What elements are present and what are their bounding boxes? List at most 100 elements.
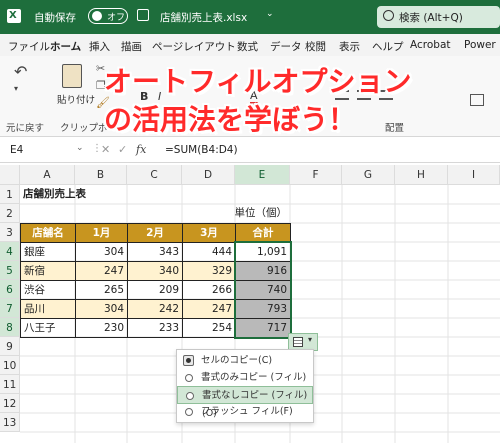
row-header-13[interactable]: 13	[0, 413, 20, 432]
undo-icon[interactable]: ↶	[14, 62, 27, 81]
table-cell-jan[interactable]: 304	[75, 242, 128, 262]
row-header-7[interactable]: 7	[0, 299, 20, 318]
column-header-h[interactable]: H	[395, 165, 448, 185]
paste-label[interactable]: 貼り付け	[57, 92, 95, 106]
row-header-8[interactable]: 8	[0, 318, 20, 337]
row-header-3[interactable]: 3	[0, 223, 20, 242]
tab-data[interactable]: データ	[270, 39, 302, 54]
tab-home[interactable]: ホーム	[50, 39, 82, 58]
row-header-4[interactable]: 4	[0, 242, 20, 261]
search-box[interactable]: 検索 (Alt+Q)	[377, 6, 500, 28]
table-cell-mar[interactable]: 444	[182, 242, 236, 262]
row-header-9[interactable]: 9	[0, 337, 20, 356]
table-cell-store[interactable]: 品川	[20, 299, 76, 319]
table-cell-mar[interactable]: 329	[182, 261, 236, 281]
confirm-icon[interactable]: ✓	[118, 143, 127, 156]
row-header-2[interactable]: 2	[0, 204, 20, 223]
table-cell-jan[interactable]: 230	[75, 318, 128, 338]
column-header-f[interactable]: F	[290, 165, 342, 185]
tab-draw[interactable]: 描画	[121, 39, 142, 54]
name-box[interactable]: E4	[10, 144, 23, 156]
table-cell-feb[interactable]: 242	[127, 299, 183, 319]
table-cell-store[interactable]: 渋谷	[20, 280, 76, 300]
cancel-icon[interactable]: ✕	[101, 143, 110, 156]
table-cell-feb[interactable]: 209	[127, 280, 183, 300]
search-placeholder: 検索 (Alt+Q)	[399, 12, 463, 24]
row-header-6[interactable]: 6	[0, 280, 20, 299]
table-cell-feb[interactable]: 340	[127, 261, 183, 281]
row-header-12[interactable]: 12	[0, 394, 20, 413]
menu-item-label: フラッシュ フィル(F)	[201, 406, 293, 417]
menu-item-fill-without-formatting[interactable]: 書式なしコピー (フィル)(O)	[177, 386, 313, 419]
file-name: 店舗別売上表.xlsx	[160, 12, 248, 24]
table-cell-mar[interactable]: 266	[182, 280, 236, 300]
tab-file[interactable]: ファイル	[8, 39, 50, 54]
row-header-10[interactable]: 10	[0, 356, 20, 375]
search-icon	[383, 10, 394, 21]
tab-help[interactable]: ヘルプ	[372, 39, 404, 54]
table-header-mar[interactable]: 3月	[182, 223, 236, 243]
tab-review[interactable]: 校閲	[305, 39, 326, 54]
dropdown-arrow-icon: ▾	[308, 335, 313, 344]
autosave-state: オフ	[107, 13, 126, 23]
column-header-a[interactable]: A	[20, 165, 75, 185]
column-header-c[interactable]: C	[127, 165, 182, 185]
tab-power[interactable]: Power	[464, 39, 496, 51]
autofill-options-menu: セルのコピー(C) 書式のみコピー (フィル)(F) 書式なしコピー (フィル)…	[176, 349, 314, 423]
row-header-5[interactable]: 5	[0, 261, 20, 280]
overlay-title-line2: の活用法を学ぼう！	[104, 103, 357, 136]
table-cell-mar[interactable]: 254	[182, 318, 236, 338]
name-box-dropdown-icon[interactable]: ⌄	[76, 143, 84, 153]
column-header-b[interactable]: B	[75, 165, 127, 185]
column-header-d[interactable]: D	[182, 165, 235, 185]
ribbon-tabs: ファイル ホーム 挿入 描画 ページレイアウト 数式 データ 校閲 表示 ヘルプ…	[0, 34, 500, 58]
chevron-down-icon[interactable]: ⌄	[266, 9, 274, 19]
autosave-toggle[interactable]: オフ	[88, 8, 128, 24]
table-cell-feb[interactable]: 233	[127, 318, 183, 338]
table-header-jan[interactable]: 1月	[75, 223, 128, 243]
table-cell-jan[interactable]: 247	[75, 261, 128, 281]
menu-item-flash-fill[interactable]: フラッシュ フィル(F)	[177, 403, 313, 421]
select-all-corner[interactable]	[0, 165, 20, 185]
wrap-text-icon[interactable]	[470, 94, 484, 106]
tab-insert[interactable]: 挿入	[89, 39, 110, 54]
column-header-e[interactable]: E	[235, 165, 290, 185]
sheet-title[interactable]: 店舗別売上表	[20, 185, 140, 204]
function-icon[interactable]: fx	[136, 143, 146, 156]
table-cell-store[interactable]: 新宿	[20, 261, 76, 281]
row-header-11[interactable]: 11	[0, 375, 20, 394]
selection-outline	[234, 241, 292, 339]
undo-dropdown-icon[interactable]: ▾	[14, 84, 18, 93]
table-cell-feb[interactable]: 343	[127, 242, 183, 262]
paste-icon[interactable]	[62, 64, 82, 88]
overlay-title-line1: オートフィルオプション	[104, 65, 412, 98]
radio-icon	[186, 392, 194, 400]
table-cell-store[interactable]: 八王子	[20, 318, 76, 338]
tab-view[interactable]: 表示	[339, 39, 360, 54]
table-header-feb[interactable]: 2月	[127, 223, 183, 243]
align-group-label: 配置	[385, 123, 405, 134]
save-icon[interactable]	[137, 9, 149, 21]
tab-formulas[interactable]: 数式	[237, 39, 258, 54]
undo-group-label: 元に戻す	[6, 123, 45, 134]
radio-icon	[185, 408, 193, 416]
radio-checked-icon	[183, 355, 194, 366]
menu-item-label: セルのコピー(C)	[201, 355, 273, 366]
excel-logo-icon: X	[7, 9, 21, 23]
table-cell-jan[interactable]: 265	[75, 280, 128, 300]
menu-item-fill-formatting-only[interactable]: 書式のみコピー (フィル)(F)	[177, 369, 313, 401]
column-header-g[interactable]: G	[342, 165, 395, 185]
title-bar: X 自動保存 オフ 店舗別売上表.xlsx ⌄ 検索 (Alt+Q)	[0, 0, 500, 34]
row-header-1[interactable]: 1	[0, 185, 20, 204]
table-cell-store[interactable]: 銀座	[20, 242, 76, 262]
menu-item-copy-cells[interactable]: セルのコピー(C)	[177, 352, 313, 370]
table-header-total[interactable]: 合計	[235, 223, 291, 243]
table-header-store[interactable]: 店舗名	[20, 223, 76, 243]
tab-acrobat[interactable]: Acrobat	[410, 39, 451, 51]
table-cell-jan[interactable]: 304	[75, 299, 128, 319]
table-cell-mar[interactable]: 247	[182, 299, 236, 319]
column-header-i[interactable]: I	[448, 165, 500, 185]
unit-label[interactable]: 単位（個）	[225, 204, 290, 223]
formula-input[interactable]: =SUM(B4:D4)	[165, 144, 238, 156]
tab-page-layout[interactable]: ページレイアウト	[152, 39, 236, 54]
